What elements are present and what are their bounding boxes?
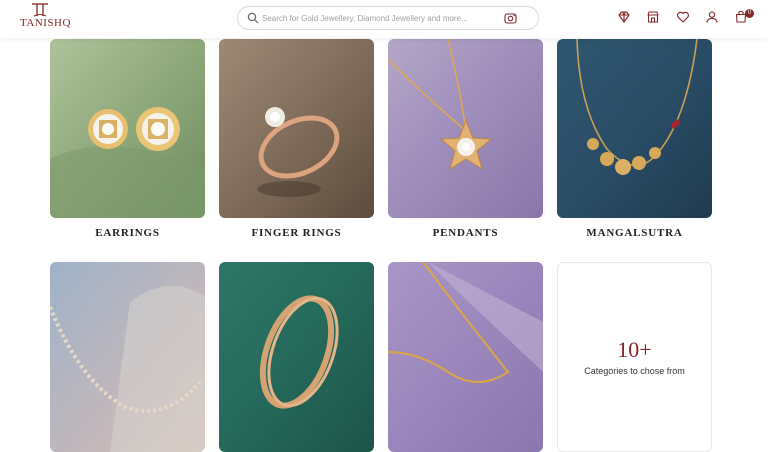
bangle-image: [219, 262, 374, 452]
chain-image: [388, 262, 543, 452]
category-label-pendants[interactable]: PENDANTS: [388, 227, 543, 239]
brand-logo[interactable]: TANISHQ: [16, 3, 70, 33]
camera-search-icon[interactable]: [504, 12, 517, 25]
category-card-necklace[interactable]: [50, 262, 205, 452]
store-icon[interactable]: [646, 10, 660, 24]
category-card-bangles[interactable]: [219, 262, 374, 452]
category-card-chains[interactable]: [388, 262, 543, 452]
earrings-image: [50, 39, 205, 218]
more-categories-caption: Categories to chose from: [584, 366, 685, 376]
tanishq-logo-mark: [32, 3, 48, 17]
finger-ring-image: [219, 39, 374, 218]
category-label-earrings[interactable]: EARRINGS: [50, 227, 205, 239]
more-categories-count: 10+: [617, 337, 652, 362]
category-card-mangalsutra[interactable]: [557, 39, 712, 218]
pendant-image: [388, 39, 543, 218]
search-input[interactable]: [262, 9, 502, 27]
search-icon: [247, 12, 259, 24]
brand-name: TANISHQ: [20, 17, 71, 29]
category-card-earrings[interactable]: [50, 39, 205, 218]
cart-count-badge: 0: [745, 9, 754, 18]
search-bar[interactable]: [237, 6, 539, 30]
necklace-image: [50, 262, 205, 452]
category-card-finger-rings[interactable]: [219, 39, 374, 218]
mangalsutra-image: [557, 39, 712, 218]
diamond-icon[interactable]: [617, 10, 631, 24]
category-label-finger-rings[interactable]: FINGER RINGS: [219, 227, 374, 239]
more-categories-card[interactable]: 10+ Categories to chose from: [557, 262, 712, 452]
user-icon[interactable]: [705, 10, 719, 24]
category-label-mangalsutra[interactable]: MANGALSUTRA: [557, 227, 712, 239]
heart-icon[interactable]: [676, 10, 690, 24]
category-card-pendants[interactable]: [388, 39, 543, 218]
site-header: TANISHQ 0: [0, 0, 768, 38]
